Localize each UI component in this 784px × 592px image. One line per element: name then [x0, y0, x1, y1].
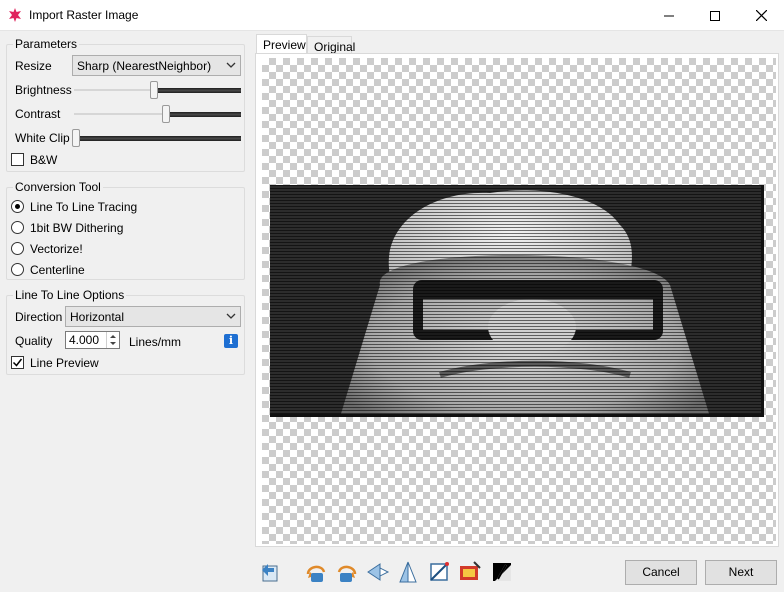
chevron-down-icon	[226, 62, 236, 68]
radio-line-to-line-label: Line To Line Tracing	[30, 200, 138, 214]
app-logo-icon	[9, 8, 21, 22]
reset-icon[interactable]	[258, 560, 282, 584]
resize-dropdown[interactable]: Sharp (NearestNeighbor)	[72, 55, 241, 76]
radio-1bit-dithering[interactable]	[11, 221, 24, 234]
preview-image	[270, 185, 764, 417]
minimize-button[interactable]	[646, 0, 692, 31]
direction-dropdown[interactable]: Horizontal	[65, 306, 241, 327]
radio-1bit-dithering-label: 1bit BW Dithering	[30, 221, 124, 235]
white-clip-thumb[interactable]	[72, 129, 80, 147]
brightness-label: Brightness	[15, 83, 72, 97]
bw-label: B&W	[30, 153, 58, 167]
tab-preview[interactable]: Preview	[256, 34, 307, 55]
contrast-thumb[interactable]	[162, 105, 170, 123]
line-preview-checkbox[interactable]	[11, 356, 24, 369]
quality-unit-label: Lines/mm	[129, 335, 182, 349]
auto-trim-icon[interactable]	[458, 560, 482, 584]
line-preview-label: Line Preview	[30, 356, 99, 370]
brightness-track-filled	[154, 88, 241, 93]
white-clip-label: White Clip	[15, 131, 70, 145]
spin-up-icon[interactable]	[107, 332, 119, 340]
direction-label: Direction	[15, 310, 63, 324]
radio-centerline-label: Centerline	[30, 263, 85, 277]
title-bar: Import Raster Image	[0, 0, 784, 31]
flip-horizontal-icon[interactable]	[366, 560, 390, 584]
invert-icon[interactable]	[490, 560, 514, 584]
info-icon[interactable]: i	[224, 334, 238, 348]
next-button[interactable]: Next	[705, 560, 777, 585]
bw-checkbox[interactable]	[11, 153, 24, 166]
flip-vertical-icon[interactable]	[396, 560, 420, 584]
direction-dropdown-value: Horizontal	[70, 310, 125, 324]
spin-down-icon[interactable]	[107, 340, 119, 348]
cancel-button[interactable]: Cancel	[625, 560, 697, 585]
maximize-icon	[710, 10, 720, 21]
rotate-left-icon[interactable]	[304, 560, 328, 584]
contrast-label: Contrast	[15, 107, 61, 121]
contrast-track-filled	[166, 112, 241, 117]
rotate-right-icon[interactable]	[335, 560, 359, 584]
tab-original-label: Original	[314, 40, 356, 54]
quality-label: Quality	[15, 334, 53, 348]
chevron-down-icon	[226, 313, 236, 319]
crop-icon[interactable]	[427, 560, 451, 584]
conversion-tool-title: Conversion Tool	[13, 180, 103, 194]
radio-vectorize[interactable]	[11, 242, 24, 255]
resize-dropdown-value: Sharp (NearestNeighbor)	[77, 59, 212, 73]
white-clip-track-filled	[76, 136, 241, 141]
parameters-group-title: Parameters	[13, 37, 80, 51]
radio-centerline[interactable]	[11, 263, 24, 276]
brightness-thumb[interactable]	[150, 81, 158, 99]
quality-value: 4.000	[69, 333, 100, 347]
resize-label: Resize	[15, 59, 52, 73]
radio-selected-dot	[15, 204, 20, 209]
brightness-track-empty	[74, 89, 154, 91]
line-preview-overlay	[270, 185, 761, 414]
quality-spin-buttons[interactable]	[106, 332, 119, 348]
close-button[interactable]	[738, 0, 784, 31]
checkmark-icon	[12, 358, 23, 367]
line-options-title: Line To Line Options	[13, 288, 127, 302]
minimize-icon	[664, 15, 674, 16]
close-icon	[755, 10, 767, 21]
radio-vectorize-label: Vectorize!	[30, 242, 83, 256]
maximize-button[interactable]	[692, 0, 738, 31]
quality-stepper[interactable]: 4.000	[65, 331, 120, 349]
radio-line-to-line[interactable]	[11, 200, 24, 213]
contrast-track-empty	[74, 113, 166, 115]
window-title: Import Raster Image	[29, 8, 139, 22]
tab-preview-label: Preview	[263, 38, 306, 52]
